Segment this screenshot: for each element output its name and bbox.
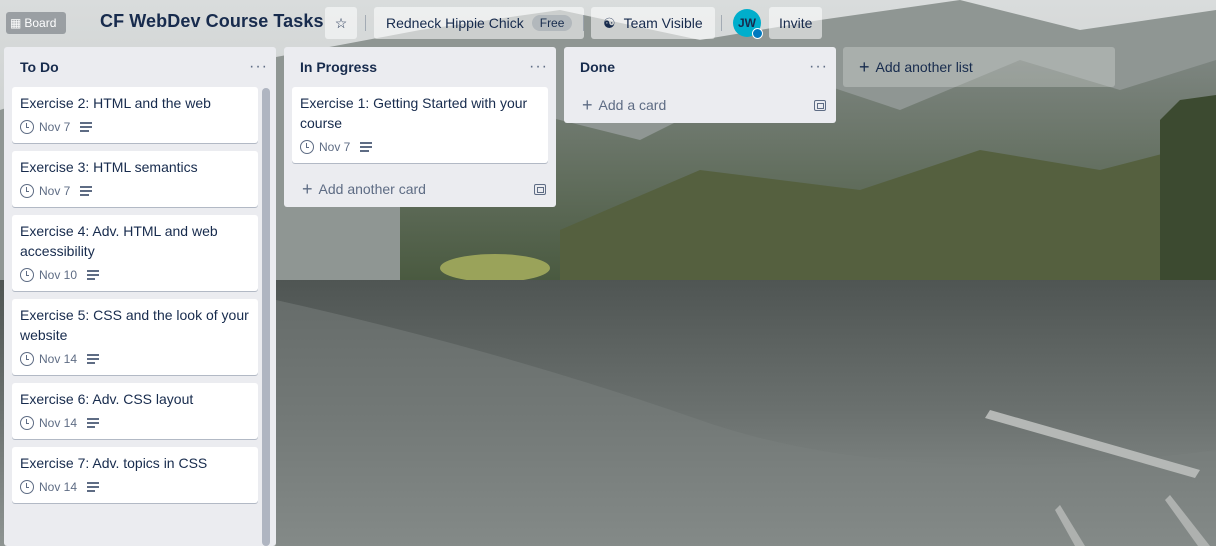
- plus-icon: +: [302, 179, 313, 199]
- list-done: Done ··· + Add a card: [564, 47, 836, 123]
- board-header: ▦ Board CF WebDev Course Tasks ☆ Redneck…: [0, 0, 1216, 46]
- list-in-progress: In Progress ··· Exercise 1: Getting Star…: [284, 47, 556, 207]
- add-card-button[interactable]: + Add another card: [284, 171, 556, 207]
- header-divider: [583, 15, 584, 31]
- due-date-badge[interactable]: Nov 7: [20, 184, 70, 198]
- member-avatar[interactable]: JW: [733, 9, 763, 39]
- plus-icon: +: [582, 95, 593, 115]
- description-icon: [80, 186, 93, 196]
- scrollbar-thumb[interactable]: [262, 88, 270, 546]
- card-title: Exercise 1: Getting Started with your co…: [300, 95, 528, 131]
- visibility-label: Team Visible: [623, 15, 703, 31]
- list-to-do: To Do ··· Exercise 2: HTML and the web No…: [4, 47, 276, 546]
- due-date-badge[interactable]: Nov 14: [20, 416, 77, 430]
- card-title: Exercise 7: Adv. topics in CSS: [20, 455, 208, 471]
- card-badges: Nov 14: [20, 477, 250, 497]
- invite-button[interactable]: Invite: [769, 7, 823, 39]
- clock-icon: [20, 120, 34, 134]
- due-date-badge[interactable]: Nov 14: [20, 352, 77, 366]
- board-menu-label: Board: [24, 16, 57, 30]
- due-date-text: Nov 7: [319, 140, 351, 154]
- due-date-badge[interactable]: Nov 14: [20, 480, 77, 494]
- clock-icon: [20, 352, 34, 366]
- card-title: Exercise 4: Adv. HTML and web accessibil…: [20, 223, 218, 259]
- card-container: Exercise 1: Getting Started with your co…: [284, 87, 556, 163]
- description-icon: [87, 418, 100, 428]
- list-scrollbar[interactable]: [262, 88, 270, 546]
- add-list-button[interactable]: + Add another list: [843, 47, 1115, 87]
- due-date-text: Nov 7: [39, 120, 71, 134]
- team-visibility-icon: ☯: [603, 14, 616, 31]
- board-menu-button[interactable]: ▦ Board: [6, 12, 66, 34]
- card-badges: Nov 10: [20, 265, 250, 285]
- list-menu-icon[interactable]: ···: [809, 58, 828, 76]
- description-icon: [360, 142, 373, 152]
- visibility-button[interactable]: ☯ Team Visible: [591, 7, 715, 39]
- due-date-text: Nov 14: [39, 416, 78, 430]
- card[interactable]: Exercise 1: Getting Started with your co…: [292, 87, 548, 163]
- card-badges: Nov 7: [20, 117, 250, 137]
- list-title[interactable]: To Do: [20, 59, 59, 75]
- card-badges: Nov 14: [20, 413, 250, 433]
- admin-badge-icon: [752, 28, 763, 39]
- clock-icon: [20, 184, 34, 198]
- card-template-icon[interactable]: [534, 183, 546, 195]
- card[interactable]: Exercise 4: Adv. HTML and web accessibil…: [12, 215, 258, 291]
- card-template-icon[interactable]: [814, 99, 826, 111]
- card[interactable]: Exercise 2: HTML and the web Nov 7: [12, 87, 258, 143]
- team-button[interactable]: Redneck Hippie Chick Free: [374, 7, 585, 39]
- board-icon: ▦: [10, 16, 22, 30]
- list-title[interactable]: In Progress: [300, 59, 377, 75]
- clock-icon: [20, 480, 34, 494]
- description-icon: [87, 482, 100, 492]
- add-card-label: Add a card: [598, 97, 667, 113]
- description-icon: [80, 122, 93, 132]
- add-card-button[interactable]: + Add a card: [564, 87, 836, 123]
- due-date-text: Nov 10: [39, 268, 78, 282]
- plus-icon: +: [859, 57, 870, 77]
- card-badges: Nov 14: [20, 349, 250, 369]
- due-date-badge[interactable]: Nov 7: [300, 140, 350, 154]
- due-date-badge[interactable]: Nov 10: [20, 268, 77, 282]
- clock-icon: [300, 140, 314, 154]
- card[interactable]: Exercise 6: Adv. CSS layout Nov 14: [12, 383, 258, 439]
- list-menu-icon[interactable]: ···: [529, 58, 548, 76]
- add-list-label: Add another list: [875, 59, 973, 75]
- card-title: Exercise 3: HTML semantics: [20, 159, 198, 175]
- clock-icon: [20, 416, 34, 430]
- card[interactable]: Exercise 3: HTML semantics Nov 7: [12, 151, 258, 207]
- header-divider: [365, 15, 366, 31]
- clock-icon: [20, 268, 34, 282]
- card-title: Exercise 6: Adv. CSS layout: [20, 391, 194, 407]
- card-container: Exercise 2: HTML and the web Nov 7 Exercis…: [4, 87, 276, 503]
- card-badges: Nov 7: [300, 137, 540, 157]
- card-title: Exercise 2: HTML and the web: [20, 95, 211, 111]
- card-badges: Nov 7: [20, 181, 250, 201]
- description-icon: [87, 270, 100, 280]
- header-divider: [721, 15, 722, 31]
- due-date-text: Nov 7: [39, 184, 71, 198]
- list-header: Done ···: [564, 47, 836, 87]
- card-title: Exercise 5: CSS and the look of your web…: [20, 307, 249, 343]
- list-menu-icon[interactable]: ···: [249, 58, 268, 76]
- add-card-label: Add another card: [318, 181, 426, 197]
- team-name: Redneck Hippie Chick: [386, 15, 524, 31]
- avatar-initials: JW: [738, 16, 756, 30]
- board-title[interactable]: CF WebDev Course Tasks: [100, 11, 324, 32]
- star-icon: ☆: [334, 14, 348, 31]
- list-header: To Do ···: [4, 47, 276, 87]
- description-icon: [87, 354, 100, 364]
- due-date-text: Nov 14: [39, 480, 78, 494]
- list-title[interactable]: Done: [580, 59, 615, 75]
- due-date-text: Nov 14: [39, 352, 78, 366]
- plan-badge: Free: [531, 15, 573, 31]
- card[interactable]: Exercise 5: CSS and the look of your web…: [12, 299, 258, 375]
- star-button[interactable]: ☆: [325, 7, 357, 39]
- card[interactable]: Exercise 7: Adv. topics in CSS Nov 14: [12, 447, 258, 503]
- list-header: In Progress ···: [284, 47, 556, 87]
- due-date-badge[interactable]: Nov 7: [20, 120, 70, 134]
